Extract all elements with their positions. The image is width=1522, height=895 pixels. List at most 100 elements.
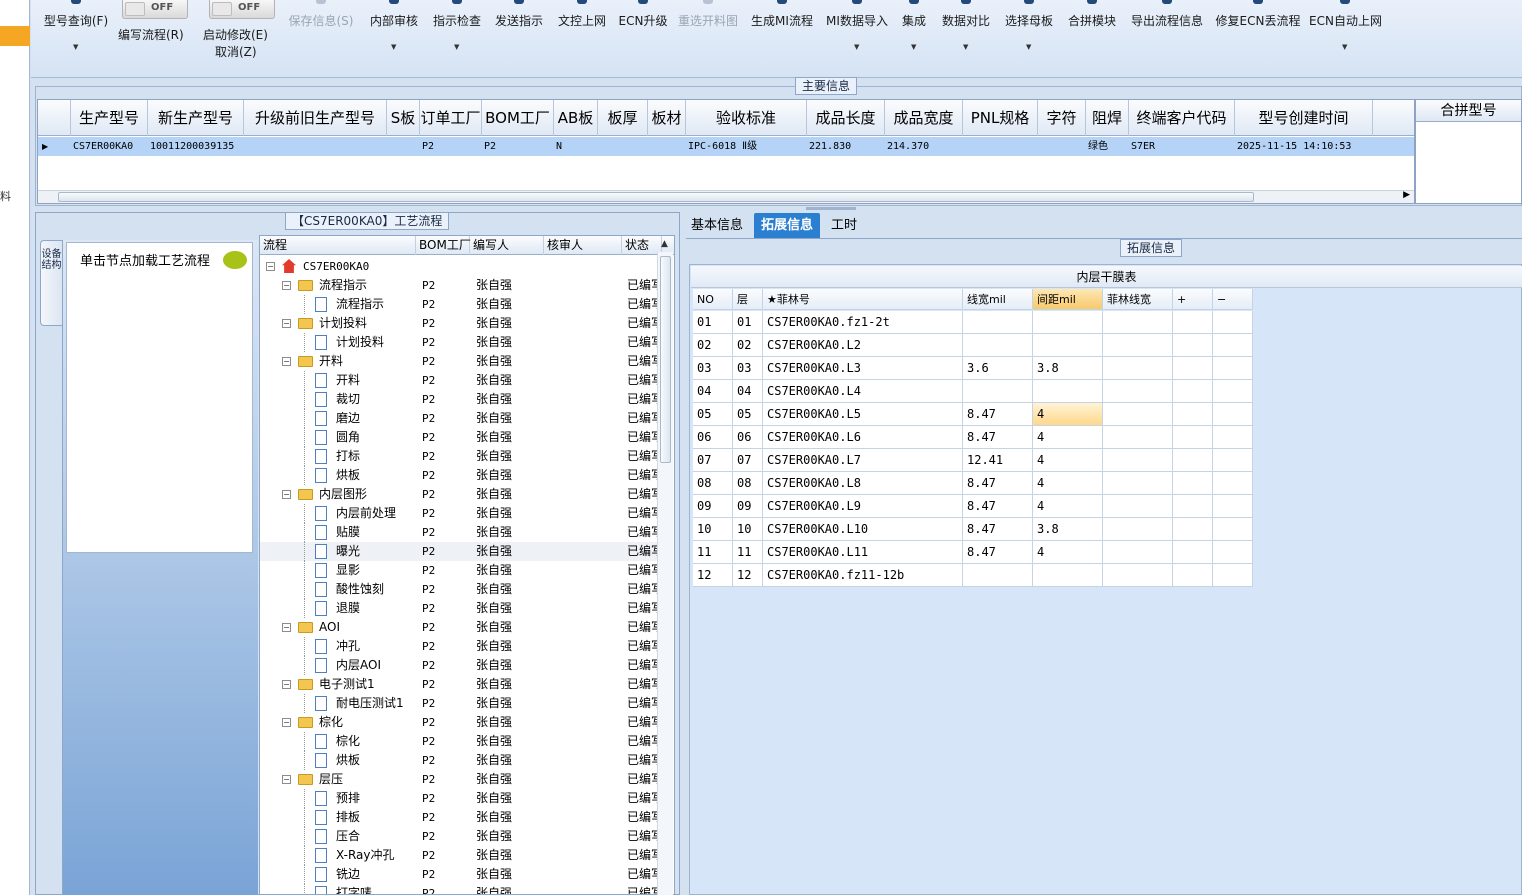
tree-node-label[interactable]: 预排 [336, 789, 360, 808]
table-cell[interactable]: 09 [733, 495, 763, 518]
tree-node-label[interactable]: 圆角 [336, 428, 360, 447]
column-header[interactable]: − [1213, 289, 1253, 310]
collapse-icon[interactable]: − [266, 262, 275, 271]
table-cell[interactable]: 11 [693, 541, 733, 564]
table-cell[interactable] [1213, 334, 1253, 357]
tree-node-label[interactable]: 耐电压测试1 [336, 694, 404, 713]
tree-node-label[interactable]: 打字唛 [336, 884, 372, 894]
table-cell[interactable]: 12 [693, 564, 733, 587]
instruction-check-button[interactable]: 指示检查 ▼ [430, 0, 484, 70]
tree-row[interactable]: − 棕化 P2 张自强 已编写 [260, 713, 660, 732]
tree-row[interactable]: 冲孔 P2 张自强 已编写 [260, 637, 660, 656]
scroll-thumb[interactable] [660, 256, 671, 463]
tree-row[interactable]: 圆角 P2 张自强 已编写 [260, 428, 660, 447]
table-cell[interactable] [1173, 564, 1213, 587]
collapse-icon[interactable]: − [282, 718, 291, 727]
tree-node-label[interactable]: 内层图形 [319, 485, 367, 504]
tree-row[interactable]: 烘板 P2 张自强 已编写 [260, 751, 660, 770]
table-cell[interactable]: 3.6 [963, 357, 1033, 380]
tree-row[interactable]: 流程指示 P2 张自强 已编写 [260, 295, 660, 314]
table-cell[interactable]: CS7ER00KA0.L4 [763, 380, 963, 403]
table-cell[interactable]: 02 [693, 334, 733, 357]
column-header[interactable]: 板厚 [598, 100, 648, 136]
tree-row[interactable]: 酸性蚀刻 P2 张自强 已编写 [260, 580, 660, 599]
internal-review-button[interactable]: 内部审核 ▼ [367, 0, 421, 70]
table-cell[interactable]: 4 [1033, 541, 1103, 564]
table-cell[interactable]: 04 [693, 380, 733, 403]
tree-node-label[interactable]: 磨边 [336, 409, 360, 428]
column-header[interactable]: AB板 [554, 100, 598, 136]
tree-node-label[interactable]: 烘板 [336, 466, 360, 485]
send-instruction-button[interactable]: 发送指示 [492, 0, 546, 70]
collapse-icon[interactable]: − [282, 680, 291, 689]
scroll-right-icon[interactable]: ▶ [1403, 190, 1410, 200]
tree-row[interactable]: X-Ray冲孔 P2 张自强 已编写 [260, 846, 660, 865]
table-cell[interactable]: CS7ER00KA0.L8 [763, 472, 963, 495]
vertical-scrollbar[interactable] [657, 252, 673, 895]
export-flow-info-button[interactable]: 导出流程信息 [1128, 0, 1206, 70]
tree-row[interactable]: 显影 P2 张自强 已编写 [260, 561, 660, 580]
tree-node-label[interactable]: 铣边 [336, 865, 360, 884]
table-cell[interactable] [1213, 426, 1253, 449]
column-header[interactable]: S板 [387, 100, 420, 136]
tree-row[interactable]: − 层压 P2 张自强 已编写 [260, 770, 660, 789]
tree-node-label[interactable]: X-Ray冲孔 [336, 846, 394, 865]
column-header[interactable]: 流程 [260, 236, 416, 255]
table-cell[interactable] [1173, 541, 1213, 564]
table-cell[interactable]: 8.47 [963, 541, 1033, 564]
table-cell[interactable]: 01 [733, 311, 763, 334]
tree-node-label[interactable]: 曝光 [336, 542, 360, 561]
mi-data-import-button[interactable]: MI数据导入 ▼ [824, 0, 890, 70]
table-cell[interactable]: 06 [693, 426, 733, 449]
table-cell[interactable]: 4 [1033, 449, 1103, 472]
table-cell[interactable] [1213, 518, 1253, 541]
column-header[interactable]: 间距mil [1033, 289, 1103, 310]
column-header[interactable]: BOM工厂 [482, 100, 554, 136]
table-cell[interactable]: CS7ER00KA0.L6 [763, 426, 963, 449]
table-cell[interactable]: CS7ER00KA0.L7 [763, 449, 963, 472]
collapse-icon[interactable]: − [282, 623, 291, 632]
tree-row[interactable]: 铣边 P2 张自强 已编写 [260, 865, 660, 884]
collapse-icon[interactable]: − [282, 357, 291, 366]
tree-row[interactable]: 退膜 P2 张自强 已编写 [260, 599, 660, 618]
table-cell[interactable]: 01 [693, 311, 733, 334]
table-row[interactable]: ▶ CS7ER00KA0 10011200039135 P2 P2 N IPC-6018 Ⅱ… [38, 137, 1414, 156]
table-cell[interactable] [1103, 380, 1173, 403]
collapse-icon[interactable]: − [282, 319, 291, 328]
table-cell[interactable]: 11 [733, 541, 763, 564]
tree-node-label[interactable]: 酸性蚀刻 [336, 580, 384, 599]
table-cell[interactable]: 8.47 [963, 403, 1033, 426]
scroll-up-icon[interactable]: ▲ [661, 239, 668, 249]
tree-node-label[interactable]: 烘板 [336, 751, 360, 770]
table-cell[interactable]: CS7ER00KA0.fz1-2t [763, 311, 963, 334]
column-header[interactable]: 菲林线宽 [1103, 289, 1173, 310]
tree-node-label[interactable]: 显影 [336, 561, 360, 580]
table-cell[interactable] [1173, 380, 1213, 403]
table-cell[interactable]: 08 [693, 472, 733, 495]
table-cell[interactable] [1103, 357, 1173, 380]
table-cell[interactable] [1033, 380, 1103, 403]
tree-row[interactable]: 曝光 P2 张自强 已编写 [260, 542, 660, 561]
table-cell[interactable]: 4 [1033, 472, 1103, 495]
collapse-icon[interactable]: − [282, 775, 291, 784]
table-cell[interactable] [963, 380, 1033, 403]
horizontal-scrollbar[interactable]: ▶ [38, 190, 1414, 203]
tab-basic-info[interactable]: 基本信息 [684, 213, 750, 238]
doc-online-button[interactable]: 文控上网 [555, 0, 609, 70]
table-cell[interactable] [1213, 357, 1253, 380]
table-cell[interactable]: 07 [693, 449, 733, 472]
table-cell[interactable]: 3.8 [1033, 357, 1103, 380]
table-cell[interactable] [1173, 472, 1213, 495]
tree-node-label[interactable]: 压合 [336, 827, 360, 846]
table-cell[interactable] [1033, 311, 1103, 334]
table-cell[interactable] [1213, 311, 1253, 334]
table-cell[interactable] [1103, 311, 1173, 334]
tree-row[interactable]: − 计划投料 P2 张自强 已编写 [260, 314, 660, 333]
table-cell[interactable] [1213, 380, 1253, 403]
column-header[interactable]: 验收标准 [686, 100, 807, 136]
table-cell[interactable] [1173, 357, 1213, 380]
table-cell[interactable] [1033, 564, 1103, 587]
column-header[interactable]: 板材 [648, 100, 686, 136]
write-flow-toggle[interactable]: OFF [122, 0, 188, 19]
row-indicator[interactable]: ▶ [40, 137, 70, 156]
